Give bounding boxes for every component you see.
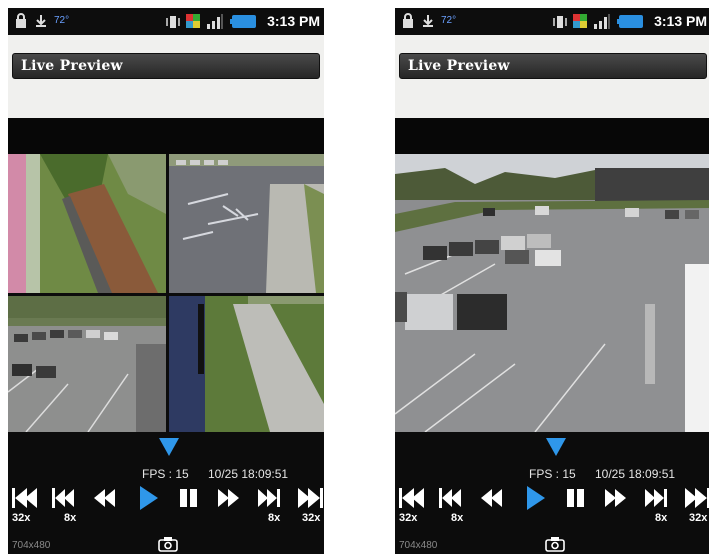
fast-forward-button[interactable] xyxy=(214,484,248,524)
fast-forward-8x-icon xyxy=(258,489,280,507)
fast-forward-icon xyxy=(218,489,239,507)
rewind-button[interactable] xyxy=(92,484,126,524)
rewind-32x-button[interactable]: 32x xyxy=(397,484,431,524)
rewind-button[interactable] xyxy=(479,484,513,524)
fast-forward-32x-button[interactable]: 32x xyxy=(294,484,324,524)
vibrate-icon xyxy=(553,16,567,28)
rewind-8x-icon xyxy=(439,488,461,508)
rewind-icon xyxy=(481,489,502,507)
resolution-text: 704x480 xyxy=(12,540,51,551)
play-button[interactable] xyxy=(134,484,168,524)
clock-text: 3:13 PM xyxy=(267,13,320,29)
lock-icon xyxy=(403,13,413,28)
rewind-8x-icon xyxy=(52,488,74,508)
speed-label: 32x xyxy=(689,512,708,524)
rewind-32x-button[interactable]: 32x xyxy=(10,484,44,524)
signal-icon xyxy=(207,14,223,29)
timestamp-text: 10/25 18:09:51 xyxy=(208,467,289,481)
speed-label: 8x xyxy=(268,512,281,524)
signal-icon xyxy=(594,14,610,29)
speed-label: 32x xyxy=(399,512,418,524)
fast-forward-8x-button[interactable]: 8x xyxy=(641,484,675,524)
camera-feed-1[interactable] xyxy=(8,154,166,293)
rewind-icon xyxy=(94,489,115,507)
play-icon xyxy=(527,486,545,510)
camera-feed-3[interactable] xyxy=(8,296,166,432)
temperature-text: 72° xyxy=(54,15,70,26)
fps-text: FPS : 15 xyxy=(142,467,189,481)
toggle-triangle-icon[interactable] xyxy=(546,438,566,456)
toggle-triangle-icon[interactable] xyxy=(159,438,179,456)
app-notification-icon xyxy=(573,14,587,28)
playback-controls: FPS : 15 10/25 18:09:51 32x 8x 8x 32x 70… xyxy=(8,432,324,554)
fps-text: FPS : 15 xyxy=(529,467,576,481)
pause-button[interactable] xyxy=(174,484,208,524)
title-bar: Live Preview xyxy=(399,53,707,79)
download-icon xyxy=(36,15,46,27)
quad-camera-grid[interactable] xyxy=(8,154,324,432)
phone-screen-single-view: 72° 3:13 PM Live Preview FPS : 15 10/25 … xyxy=(395,8,709,554)
video-header-band xyxy=(8,118,324,154)
speed-label: 8x xyxy=(655,512,668,524)
fast-forward-8x-button[interactable]: 8x xyxy=(254,484,288,524)
fast-forward-button[interactable] xyxy=(601,484,635,524)
timestamp-text: 10/25 18:09:51 xyxy=(595,467,676,481)
temperature-text: 72° xyxy=(441,15,457,26)
fast-forward-32x-icon xyxy=(298,488,323,508)
pause-button[interactable] xyxy=(561,484,595,524)
clock-text: 3:13 PM xyxy=(654,13,707,29)
camera-snapshot-icon[interactable] xyxy=(545,536,565,552)
speed-label: 32x xyxy=(12,512,31,524)
resolution-text: 704x480 xyxy=(399,540,438,551)
status-bar: 72° 3:13 PM xyxy=(8,8,324,35)
page-title: Live Preview xyxy=(408,58,510,74)
page-title: Live Preview xyxy=(21,58,123,74)
play-button[interactable] xyxy=(521,484,555,524)
rewind-32x-icon xyxy=(12,488,37,508)
camera-snapshot-icon[interactable] xyxy=(158,536,178,552)
title-bar: Live Preview xyxy=(12,53,320,79)
status-bar: 72° 3:13 PM xyxy=(395,8,709,35)
lock-icon xyxy=(16,13,26,28)
camera-feed-2[interactable] xyxy=(169,154,324,293)
pause-icon xyxy=(180,489,197,507)
speed-label: 32x xyxy=(302,512,321,524)
speed-label: 8x xyxy=(451,512,464,524)
download-icon xyxy=(423,15,433,27)
playback-controls: FPS : 15 10/25 18:09:51 32x 8x 8x 32x 70… xyxy=(395,432,709,554)
battery-icon xyxy=(230,15,256,28)
vibrate-icon xyxy=(166,16,180,28)
speed-label: 8x xyxy=(64,512,77,524)
camera-feed-4[interactable] xyxy=(169,296,324,432)
fast-forward-32x-button[interactable]: 32x xyxy=(681,484,709,524)
play-icon xyxy=(140,486,158,510)
rewind-8x-button[interactable]: 8x xyxy=(437,484,471,524)
battery-icon xyxy=(617,15,643,28)
pause-icon xyxy=(567,489,584,507)
phone-screen-quad-view: 72° 3:13 PM Live Preview FPS: 15 10/25 … xyxy=(8,8,324,554)
rewind-32x-icon xyxy=(399,488,424,508)
fast-forward-32x-icon xyxy=(685,488,709,508)
rewind-8x-button[interactable]: 8x xyxy=(50,484,84,524)
fast-forward-icon xyxy=(605,489,626,507)
fast-forward-8x-icon xyxy=(645,489,667,507)
single-camera-feed[interactable] xyxy=(395,154,709,432)
video-header-band xyxy=(395,118,709,154)
app-notification-icon xyxy=(186,14,200,28)
